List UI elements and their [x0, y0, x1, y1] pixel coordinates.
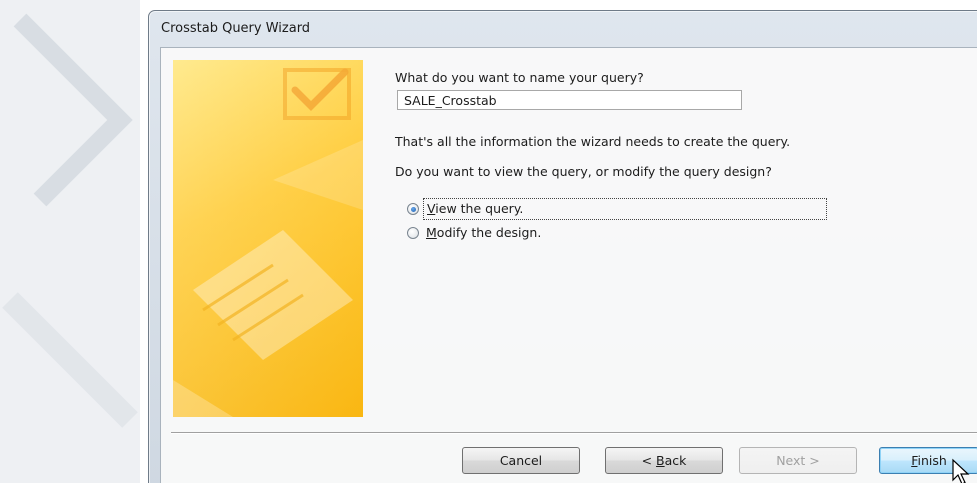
window-title: Crosstab Query Wizard — [161, 21, 311, 36]
next-button[interactable]: Next > — [739, 447, 857, 474]
cancel-button[interactable]: Cancel — [462, 447, 580, 474]
mouse-pointer-icon — [952, 458, 970, 483]
modify-design-option[interactable]: Modify the design. — [407, 224, 544, 241]
button-separator — [171, 432, 977, 434]
modify-design-label: Modify the design. — [426, 225, 542, 240]
wizard-client-area: What do you want to name your query? Tha… — [160, 47, 977, 483]
view-query-radio[interactable] — [407, 203, 419, 215]
name-question-label: What do you want to name your query? — [395, 70, 644, 85]
view-question-label: Do you want to view the query, or modify… — [395, 164, 772, 179]
checkmark-document-icon — [173, 60, 363, 417]
info-text: That's all the information the wizard ne… — [395, 134, 791, 149]
wizard-window: Crosstab Query Wizard What do you want t… — [148, 10, 977, 483]
view-query-option[interactable]: View the query. — [407, 198, 827, 220]
title-bar[interactable]: Crosstab Query Wizard — [149, 11, 977, 41]
wizard-content: What do you want to name your query? Tha… — [387, 48, 977, 428]
modify-design-radio[interactable] — [407, 226, 419, 239]
view-query-label: View the query. — [423, 198, 827, 220]
back-button[interactable]: < Back — [605, 447, 723, 474]
query-name-input[interactable] — [397, 90, 742, 110]
wizard-side-panel — [173, 60, 363, 417]
